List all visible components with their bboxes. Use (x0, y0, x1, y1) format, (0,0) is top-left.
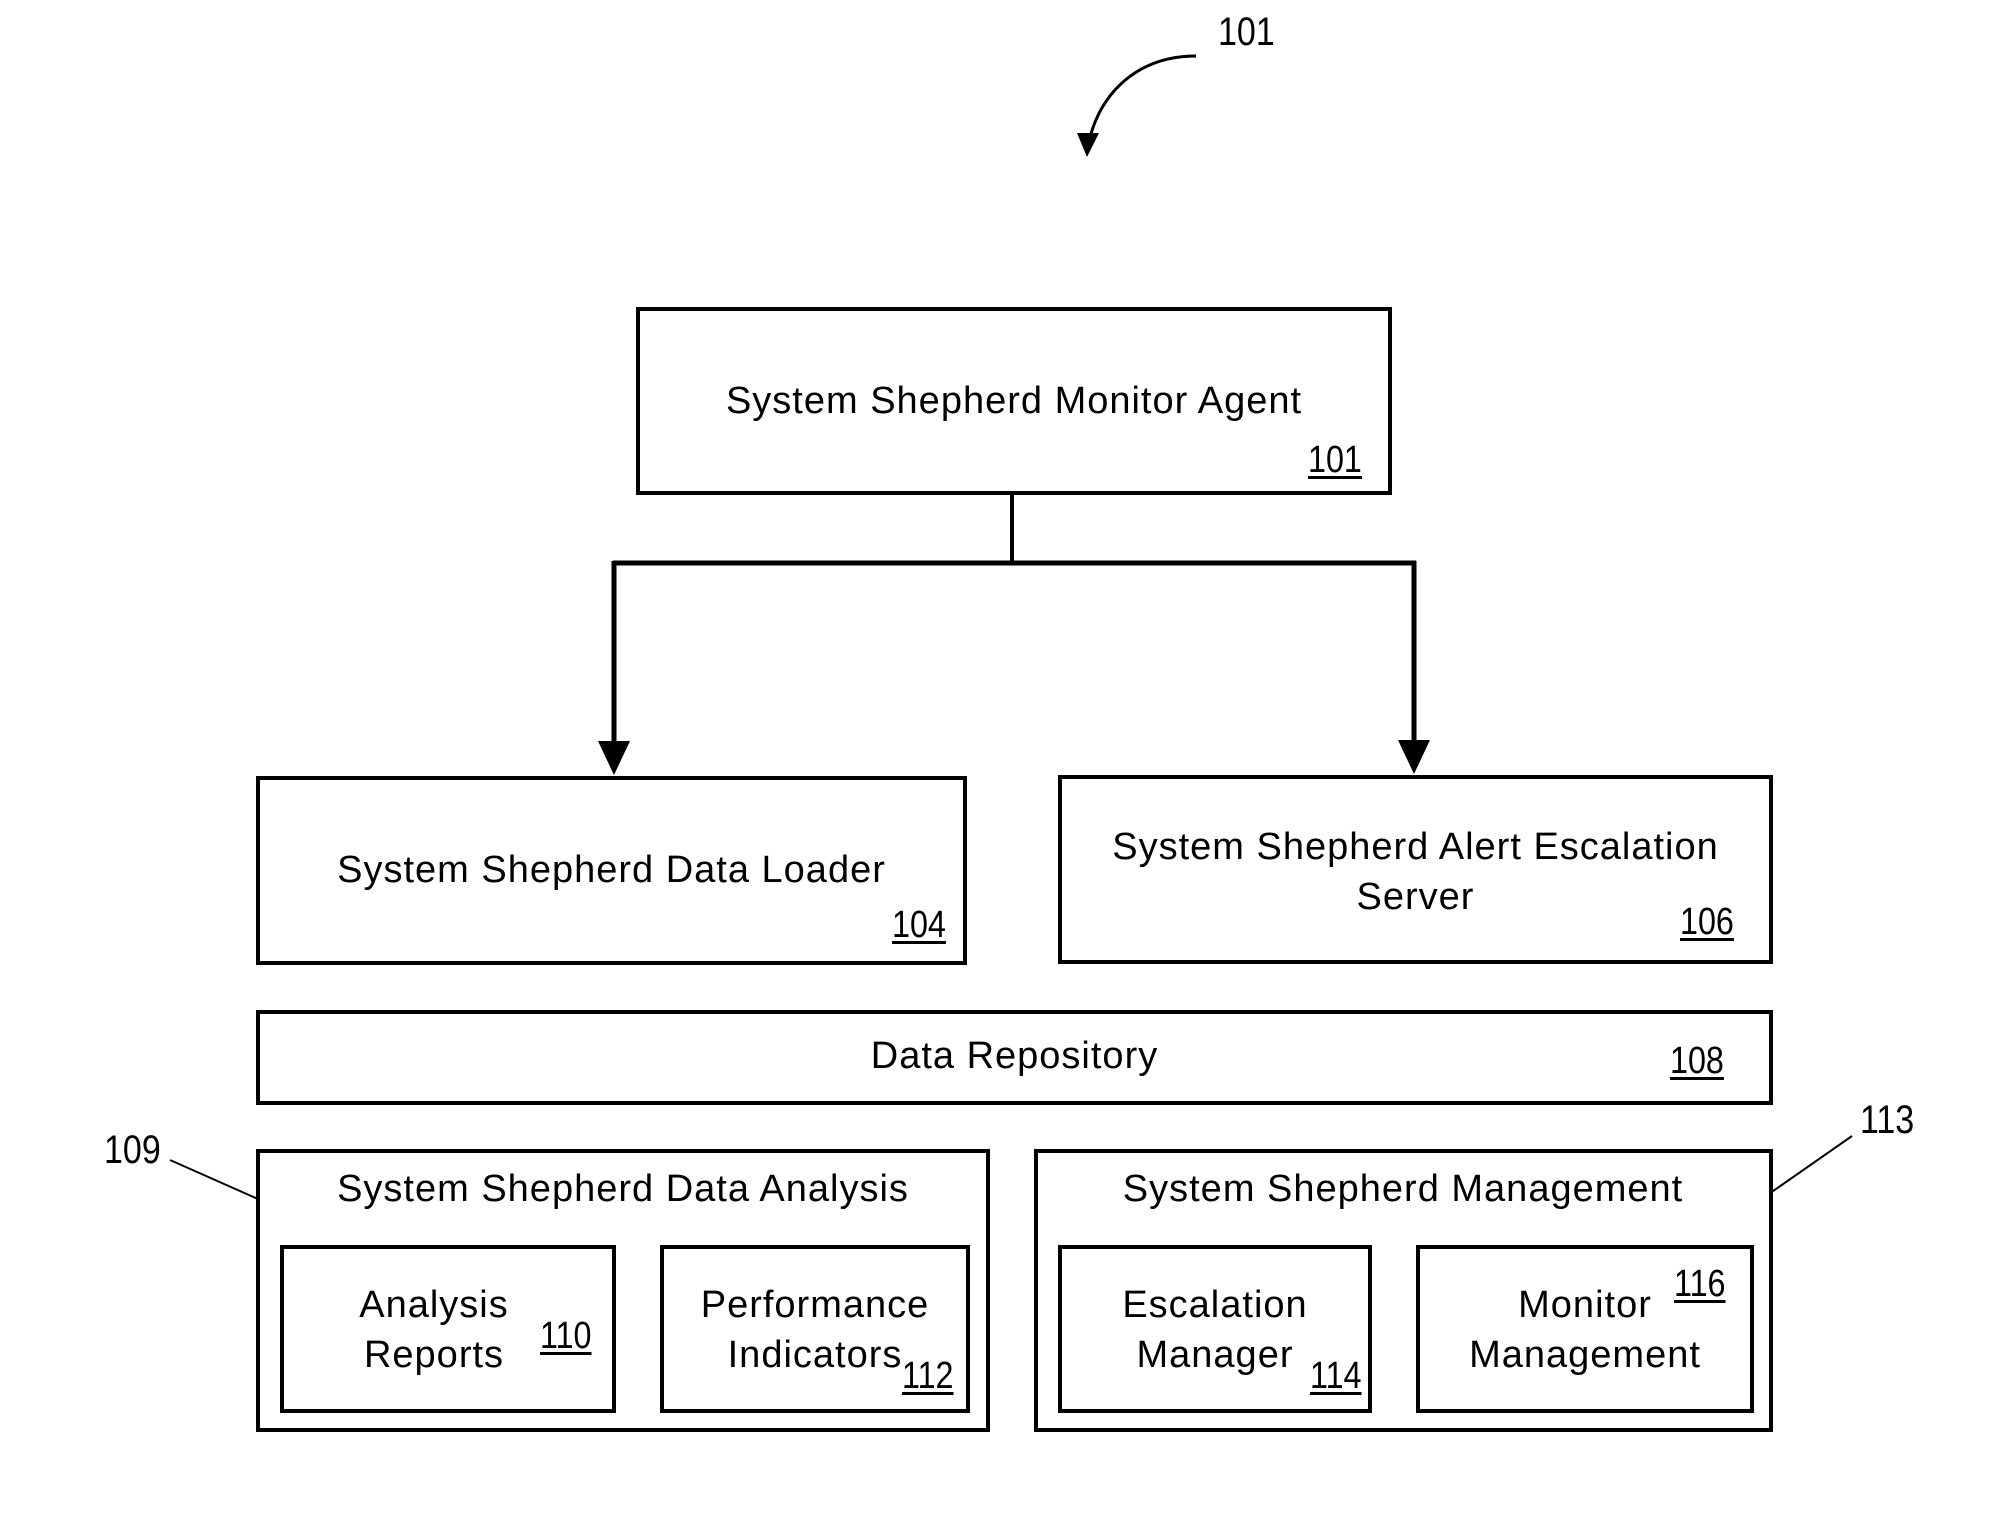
analysis-reports-label-line1: Analysis (359, 1284, 509, 1326)
management-label: System Shepherd Management (1122, 1168, 1684, 1210)
alert-escalation-server-ref: 106 (1680, 901, 1734, 943)
arrowhead-alert-server (1398, 740, 1430, 774)
monitor-management-ref: 116 (1674, 1263, 1726, 1305)
escalation-manager-label-line1: Escalation (1122, 1284, 1308, 1326)
data-repository-ref: 108 (1670, 1040, 1724, 1082)
data-analysis-label: System Shepherd Data Analysis (337, 1168, 909, 1210)
management-group-box: System Shepherd Management Escalation Ma… (1034, 1149, 1773, 1432)
escalation-manager-box: Escalation Manager 114 (1058, 1245, 1372, 1413)
performance-indicators-ref: 112 (902, 1355, 954, 1397)
performance-indicators-box: Performance Indicators 112 (660, 1245, 970, 1413)
alert-escalation-server-label-line1: System Shepherd Alert Escalation (1112, 826, 1719, 868)
escalation-manager-ref: 114 (1310, 1355, 1362, 1397)
data-repository-label: Data Repository (870, 1035, 1159, 1077)
data-analysis-group-box: System Shepherd Data Analysis Analysis R… (256, 1149, 990, 1432)
leader-line-113 (1765, 1135, 1853, 1197)
analysis-reports-ref: 110 (540, 1315, 592, 1357)
data-loader-ref: 104 (892, 904, 946, 946)
callout-label-113: 113 (1860, 1098, 1915, 1142)
performance-indicators-label-line1: Performance (700, 1284, 930, 1326)
data-loader-label: System Shepherd Data Loader (337, 849, 886, 891)
analysis-reports-label-line2: Reports (363, 1334, 505, 1376)
data-repository-box: Data Repository 108 (256, 1010, 1773, 1105)
analysis-reports-box: Analysis Reports 110 (280, 1245, 616, 1413)
monitor-agent-ref: 101 (1308, 439, 1362, 481)
callout-label-101: 101 (1218, 10, 1275, 54)
alert-escalation-server-box: System Shepherd Alert Escalation Server … (1058, 775, 1773, 964)
arrowhead-data-loader (598, 741, 630, 775)
callout-label-109: 109 (104, 1128, 161, 1172)
callout-arrow-101 (1086, 54, 1197, 146)
monitor-management-label-line2: Management (1469, 1334, 1701, 1376)
callout-arrowhead-101 (1077, 133, 1099, 157)
monitor-agent-box: System Shepherd Monitor Agent 101 (636, 307, 1392, 495)
alert-escalation-server-label-line2: Server (1356, 876, 1475, 918)
monitor-management-box: Monitor Management 116 (1416, 1245, 1754, 1413)
data-loader-box: System Shepherd Data Loader 104 (256, 776, 967, 965)
monitor-agent-label: System Shepherd Monitor Agent (725, 380, 1303, 422)
